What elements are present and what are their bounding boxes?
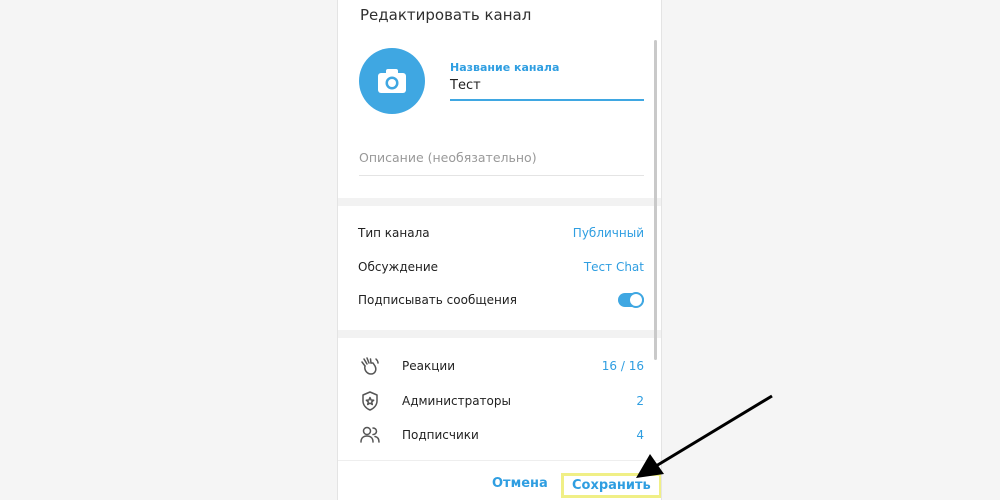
channel-name-input[interactable]: Тест [450,78,481,93]
users-icon [358,423,382,447]
channel-photo-button[interactable] [359,48,425,114]
channel-name-label: Название канала [450,61,560,74]
channel-type-value: Публичный [572,226,644,240]
administrators-row[interactable]: Администраторы 2 [358,389,644,413]
channel-name-underline [450,99,644,101]
channel-type-label: Тип канала [358,226,430,240]
subscribers-row[interactable]: Подписчики 4 [358,423,644,447]
admin-shield-icon [358,389,382,413]
description-underline [359,175,644,176]
toggle-knob [628,292,644,308]
sign-messages-row[interactable]: Подписывать сообщения [358,290,644,310]
discussion-value: Тест Chat [583,260,644,274]
dialog-footer: Отмена Сохранить [338,460,661,500]
wave-hand-icon [358,354,382,378]
sign-messages-label: Подписывать сообщения [358,293,517,307]
annotation-arrow-icon [636,394,773,478]
reactions-row[interactable]: Реакции 16 / 16 [358,354,644,378]
camera-icon [378,69,406,93]
reactions-value: 16 / 16 [601,359,644,373]
reactions-label: Реакции [402,359,455,373]
dialog-title: Редактировать канал [360,6,532,24]
subscribers-label: Подписчики [402,428,479,442]
scrollbar[interactable] [654,40,657,360]
section-divider [338,330,661,338]
description-input[interactable]: Описание (необязательно) [359,150,537,165]
administrators-label: Администраторы [402,394,511,408]
cancel-button[interactable]: Отмена [492,476,548,491]
sign-messages-toggle[interactable] [618,292,644,308]
channel-type-row[interactable]: Тип канала Публичный [358,223,644,243]
discussion-label: Обсуждение [358,260,439,274]
discussion-row[interactable]: Обсуждение Тест Chat [358,257,644,277]
edit-channel-dialog: Редактировать канал Название канала Тест… [337,0,662,500]
section-divider [338,198,661,206]
